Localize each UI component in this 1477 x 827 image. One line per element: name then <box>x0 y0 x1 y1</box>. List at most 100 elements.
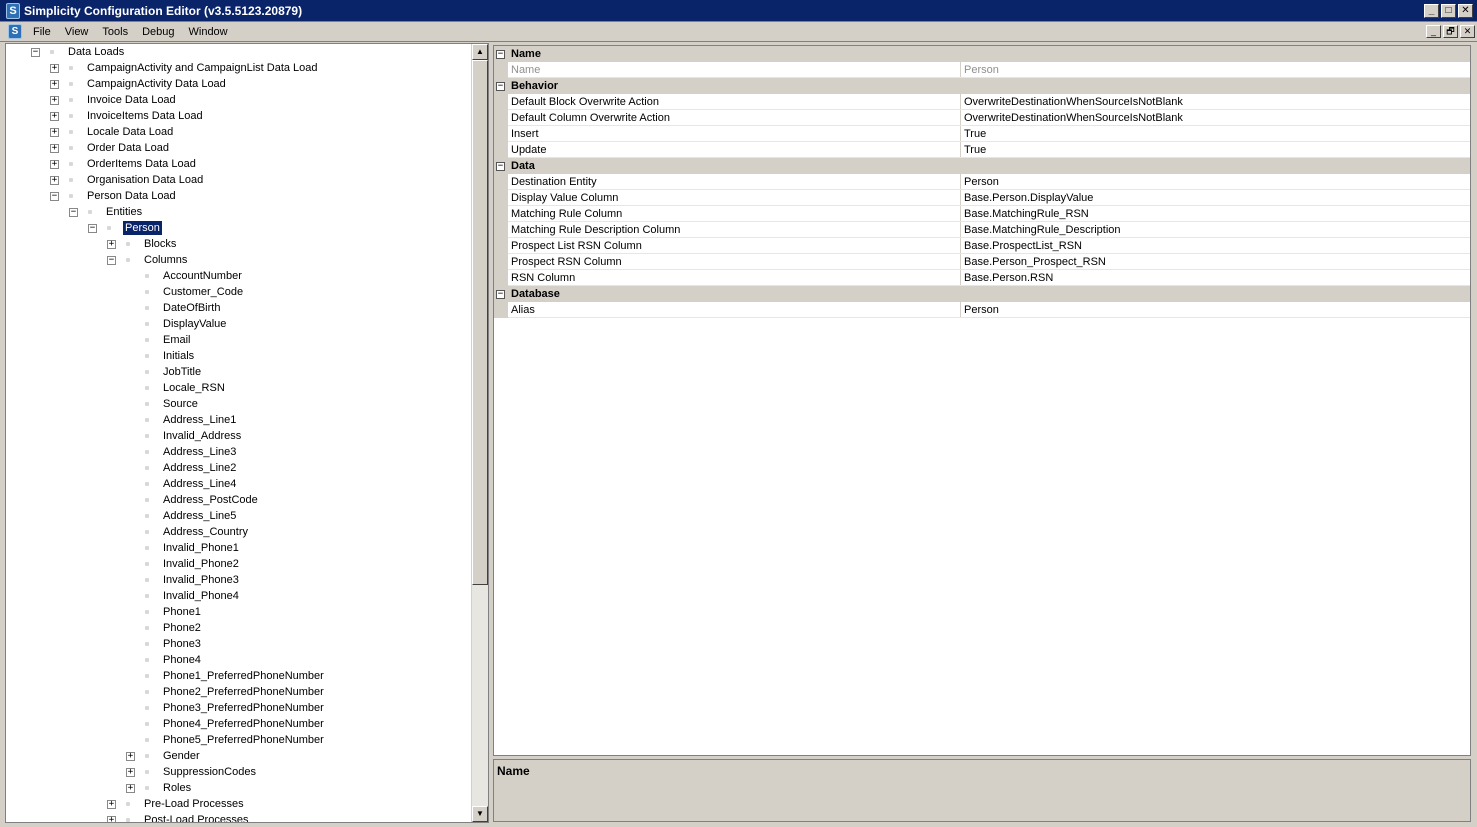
collapse-icon[interactable]: − <box>31 47 40 57</box>
tree-node[interactable]: − Data Loads <box>31 44 126 60</box>
tree-node-label[interactable]: Initials <box>161 349 196 363</box>
property-row[interactable]: Name Person <box>494 61 1470 78</box>
expand-icon[interactable]: + <box>107 815 116 822</box>
property-category[interactable]: − Data <box>494 158 1470 174</box>
tree-node[interactable]: + Invoice Data Load <box>50 92 178 108</box>
maximize-button[interactable]: □ <box>1441 3 1456 18</box>
tree-node[interactable]: Address_Line3 <box>126 444 238 460</box>
tree-scrollbar[interactable]: ▲ ▼ <box>471 44 488 822</box>
tree-node[interactable]: + SuppressionCodes <box>126 764 258 780</box>
tree-node[interactable]: Phone1_PreferredPhoneNumber <box>126 668 326 684</box>
tree-node-label[interactable]: Invalid_Phone3 <box>161 573 241 587</box>
tree-node[interactable]: Phone2 <box>126 620 203 636</box>
close-button[interactable]: ✕ <box>1458 3 1473 18</box>
tree-node-label[interactable]: InvoiceItems Data Load <box>85 109 205 123</box>
expand-icon[interactable]: + <box>50 111 59 121</box>
tree-node[interactable]: − Person Data Load <box>50 188 178 204</box>
property-value[interactable]: Person <box>961 304 1470 316</box>
tree-node[interactable]: Phone4 <box>126 652 203 668</box>
property-row[interactable]: Display Value Column Base.Person.DisplayV… <box>494 189 1470 206</box>
tree-node-label[interactable]: Address_PostCode <box>161 493 260 507</box>
expand-icon[interactable]: + <box>50 159 59 169</box>
property-row[interactable]: Prospect RSN Column Base.Person_Prospect_… <box>494 253 1470 270</box>
tree-node[interactable]: JobTitle <box>126 364 203 380</box>
tree-node-label[interactable]: Phone3_PreferredPhoneNumber <box>161 701 326 715</box>
collapse-icon[interactable]: − <box>496 81 505 91</box>
tree-node-label[interactable]: Person Data Load <box>85 189 178 203</box>
tree-node[interactable]: Address_Line1 <box>126 412 238 428</box>
tree-node[interactable]: Phone1 <box>126 604 203 620</box>
tree-node[interactable]: + CampaignActivity Data Load <box>50 76 228 92</box>
property-row[interactable]: Insert True <box>494 125 1470 142</box>
tree-node[interactable]: Phone2_PreferredPhoneNumber <box>126 684 326 700</box>
expand-icon[interactable]: + <box>126 751 135 761</box>
property-row[interactable]: RSN Column Base.Person.RSN <box>494 269 1470 286</box>
tree-node[interactable]: Source <box>126 396 200 412</box>
expand-icon[interactable]: + <box>50 95 59 105</box>
property-row[interactable]: Matching Rule Description Column Base.Mat… <box>494 221 1470 238</box>
property-row[interactable]: Alias Person <box>494 301 1470 318</box>
property-row[interactable]: Matching Rule Column Base.MatchingRule_RS… <box>494 205 1470 222</box>
tree-node[interactable]: Customer_Code <box>126 284 245 300</box>
tree-node-label[interactable]: CampaignActivity and CampaignList Data L… <box>85 61 320 75</box>
tree-node[interactable]: − Entities <box>69 204 144 220</box>
tree-node[interactable]: Address_Line4 <box>126 476 238 492</box>
expand-icon[interactable]: + <box>50 143 59 153</box>
property-value[interactable]: OverwriteDestinationWhenSourceIsNotBlank <box>961 112 1470 124</box>
tree-node-label[interactable]: JobTitle <box>161 365 203 379</box>
tree-node-label[interactable]: Organisation Data Load <box>85 173 205 187</box>
tree-node-label[interactable]: Email <box>161 333 193 347</box>
tree-node-label[interactable]: SuppressionCodes <box>161 765 258 779</box>
tree-node[interactable]: Phone3_PreferredPhoneNumber <box>126 700 326 716</box>
tree-node[interactable]: Phone5_PreferredPhoneNumber <box>126 732 326 748</box>
collapse-icon[interactable]: − <box>69 207 78 217</box>
expand-icon[interactable]: + <box>50 175 59 185</box>
tree-node[interactable]: Invalid_Phone3 <box>126 572 241 588</box>
property-value[interactable]: True <box>961 128 1470 140</box>
collapse-icon[interactable]: − <box>107 255 116 265</box>
tree-node-label[interactable]: OrderItems Data Load <box>85 157 198 171</box>
property-value[interactable]: Base.Person_Prospect_RSN <box>961 256 1470 268</box>
tree-node[interactable]: + Blocks <box>107 236 178 252</box>
expand-icon[interactable]: + <box>107 799 116 809</box>
tree-node[interactable]: DisplayValue <box>126 316 228 332</box>
tree-node-label[interactable]: Invalid_Phone2 <box>161 557 241 571</box>
property-value[interactable]: True <box>961 144 1470 156</box>
property-value[interactable]: Person <box>961 176 1470 188</box>
tree-node[interactable]: Invalid_Phone2 <box>126 556 241 572</box>
scroll-up-icon[interactable]: ▲ <box>472 44 488 60</box>
tree-node[interactable]: + Organisation Data Load <box>50 172 205 188</box>
property-category[interactable]: − Name <box>494 46 1470 62</box>
tree-node-label[interactable]: Order Data Load <box>85 141 171 155</box>
expand-icon[interactable]: + <box>50 63 59 73</box>
menu-window[interactable]: Window <box>182 26 235 38</box>
collapse-icon[interactable]: − <box>88 223 97 233</box>
menu-tools[interactable]: Tools <box>95 26 135 38</box>
collapse-icon[interactable]: − <box>50 191 59 201</box>
tree-node[interactable]: Address_PostCode <box>126 492 260 508</box>
property-value[interactable]: OverwriteDestinationWhenSourceIsNotBlank <box>961 96 1470 108</box>
tree-node-label[interactable]: Phone2 <box>161 621 203 635</box>
tree-node[interactable]: + Locale Data Load <box>50 124 175 140</box>
tree-node-label[interactable]: DisplayValue <box>161 317 228 331</box>
tree-node[interactable]: Locale_RSN <box>126 380 227 396</box>
tree-node[interactable]: + InvoiceItems Data Load <box>50 108 205 124</box>
tree-node-label[interactable]: Phone4 <box>161 653 203 667</box>
tree-node[interactable]: Phone4_PreferredPhoneNumber <box>126 716 326 732</box>
tree-node-label[interactable]: Address_Country <box>161 525 250 539</box>
tree-node-label[interactable]: Invoice Data Load <box>85 93 178 107</box>
tree-node-label[interactable]: Phone2_PreferredPhoneNumber <box>161 685 326 699</box>
minimize-button[interactable]: _ <box>1424 3 1439 18</box>
tree-node-label[interactable]: CampaignActivity Data Load <box>85 77 228 91</box>
tree-node-label[interactable]: Gender <box>161 749 202 763</box>
collapse-icon[interactable]: − <box>496 289 505 299</box>
tree-node-label[interactable]: Invalid_Phone1 <box>161 541 241 555</box>
tree-node[interactable]: Address_Line5 <box>126 508 238 524</box>
property-value[interactable]: Base.MatchingRule_RSN <box>961 208 1470 220</box>
tree-node-label[interactable]: Post-Load Processes <box>142 813 251 822</box>
expand-icon[interactable]: + <box>126 783 135 793</box>
property-value[interactable]: Person <box>961 64 1470 76</box>
tree-node[interactable]: AccountNumber <box>126 268 244 284</box>
property-category[interactable]: − Database <box>494 286 1470 302</box>
expand-icon[interactable]: + <box>107 239 116 249</box>
